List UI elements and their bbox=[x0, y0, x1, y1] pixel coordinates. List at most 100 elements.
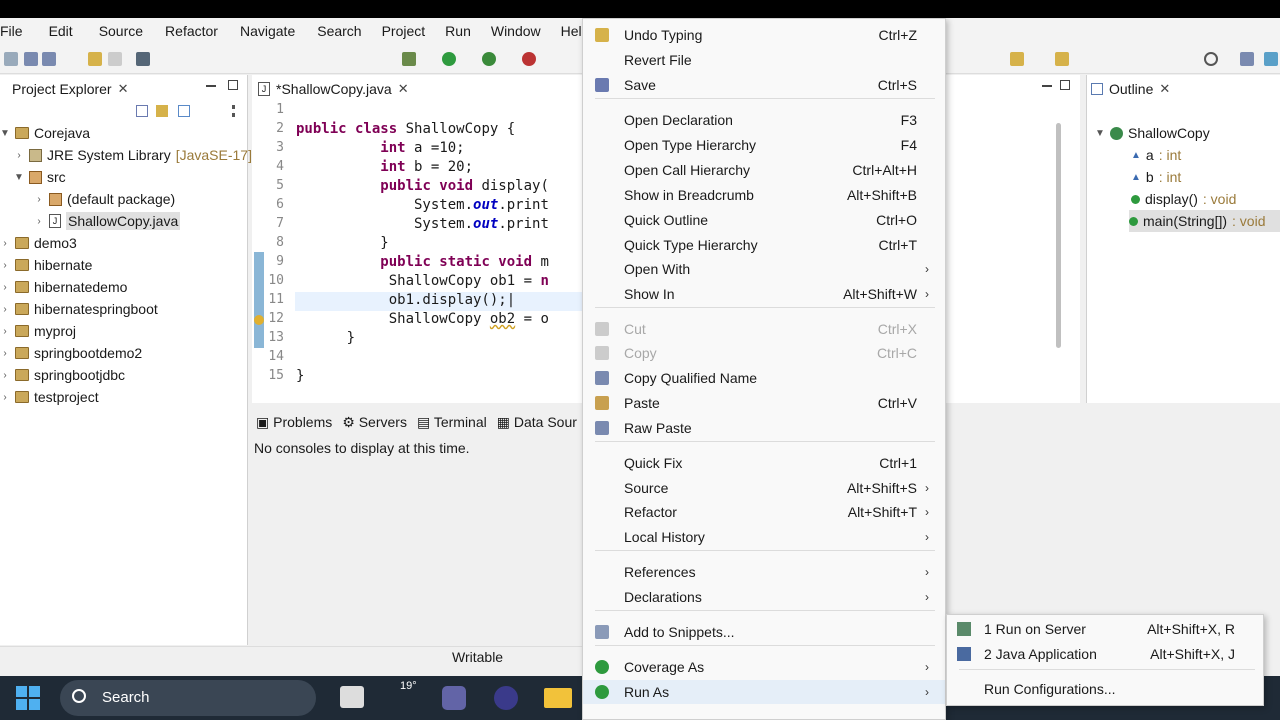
menu-window[interactable]: Window bbox=[479, 23, 549, 39]
menu-item-quick-type-hierarchy[interactable]: Quick Type Hierarchy Ctrl+T bbox=[583, 233, 945, 257]
menu-item-references[interactable]: References › bbox=[583, 560, 945, 584]
chevron-right-icon[interactable]: › bbox=[0, 348, 10, 359]
perspective-icon[interactable] bbox=[1240, 52, 1254, 66]
warning-marker-icon[interactable] bbox=[254, 315, 264, 325]
menu-item-local-history[interactable]: Local History › bbox=[583, 525, 945, 549]
menu-item-save[interactable]: Save Ctrl+S bbox=[583, 73, 945, 97]
outline-class[interactable]: ▼ ShallowCopy bbox=[1095, 122, 1210, 144]
scrollbar[interactable] bbox=[1056, 123, 1061, 348]
taskbar-search[interactable]: Search bbox=[60, 680, 316, 716]
java-perspective-icon[interactable] bbox=[1264, 52, 1278, 66]
menu-project[interactable]: Project bbox=[370, 23, 434, 39]
nav-back-icon[interactable] bbox=[1010, 52, 1024, 66]
outline-field[interactable]: ▲ b : int bbox=[1131, 166, 1181, 188]
chevron-right-icon[interactable]: › bbox=[34, 194, 44, 205]
debug-icon[interactable] bbox=[402, 52, 416, 66]
tab-servers[interactable]: ⚙ Servers bbox=[342, 414, 407, 431]
menu-item-cut[interactable]: Cut Ctrl+X bbox=[583, 317, 945, 341]
chevron-right-icon[interactable]: › bbox=[0, 260, 10, 271]
menu-item-open-with[interactable]: Open With › bbox=[583, 257, 945, 281]
menu-item-source[interactable]: Source Alt+Shift+S › bbox=[583, 476, 945, 500]
menu-item-declarations[interactable]: Declarations › bbox=[583, 585, 945, 609]
menu-item-copy-qualified-name[interactable]: Copy Qualified Name bbox=[583, 366, 945, 390]
close-icon[interactable]: ✕ bbox=[1159, 81, 1170, 97]
menu-item-open-type-hierarchy[interactable]: Open Type Hierarchy F4 bbox=[583, 133, 945, 157]
outline-field[interactable]: ▲ a : int bbox=[1131, 144, 1181, 166]
menu-item-paste[interactable]: Paste Ctrl+V bbox=[583, 391, 945, 415]
chevron-right-icon[interactable]: › bbox=[0, 370, 10, 381]
redo-icon[interactable] bbox=[108, 52, 122, 66]
run-icon[interactable] bbox=[442, 52, 456, 66]
submenu-item-run-configurations[interactable]: Run Configurations... bbox=[947, 677, 1263, 701]
tree-item-project[interactable]: › hibernatedemo bbox=[0, 276, 127, 298]
tree-item-src[interactable]: ▼ src bbox=[14, 166, 66, 188]
tab-data-source[interactable]: ▦ Data Sour bbox=[497, 414, 577, 431]
chevron-down-icon[interactable]: ▼ bbox=[1095, 128, 1105, 139]
outline-tab[interactable]: Outline ✕ bbox=[1091, 75, 1170, 103]
chevron-right-icon[interactable]: › bbox=[0, 238, 10, 249]
menu-refactor[interactable]: Refactor bbox=[151, 23, 226, 39]
teams-icon[interactable] bbox=[442, 686, 466, 710]
new-icon[interactable] bbox=[4, 52, 18, 66]
menu-search[interactable]: Search bbox=[303, 23, 369, 39]
close-icon[interactable]: ✕ bbox=[118, 81, 129, 97]
tab-problems[interactable]: ▣ Problems bbox=[256, 414, 332, 431]
submenu-item-java-application[interactable]: 2 Java Application Alt+Shift+X, J bbox=[947, 642, 1263, 666]
menu-file[interactable]: File bbox=[0, 23, 31, 39]
collapse-all-icon[interactable] bbox=[136, 105, 148, 117]
menu-item-copy[interactable]: Copy Ctrl+C bbox=[583, 341, 945, 365]
save-all-icon[interactable] bbox=[42, 52, 56, 66]
search-icon[interactable] bbox=[1204, 52, 1218, 66]
chevron-right-icon[interactable]: › bbox=[34, 216, 44, 227]
undo-icon[interactable] bbox=[88, 52, 102, 66]
chevron-right-icon[interactable]: › bbox=[14, 150, 24, 161]
folder-icon[interactable] bbox=[544, 688, 572, 708]
chevron-right-icon[interactable]: › bbox=[0, 304, 10, 315]
windows-start-icon[interactable] bbox=[16, 686, 40, 710]
tree-item-corejava[interactable]: ▼ Corejava bbox=[0, 122, 90, 144]
menu-edit[interactable]: Edit bbox=[31, 23, 81, 39]
menu-navigate[interactable]: Navigate bbox=[226, 23, 303, 39]
submenu-item-run-on-server[interactable]: 1 Run on Server Alt+Shift+X, R bbox=[947, 617, 1263, 641]
chevron-right-icon[interactable]: › bbox=[0, 282, 10, 293]
tree-item-project[interactable]: › springbootjdbc bbox=[0, 364, 125, 386]
maximize-icon[interactable] bbox=[1060, 80, 1070, 90]
menu-item-quick-fix[interactable]: Quick Fix Ctrl+1 bbox=[583, 451, 945, 475]
menu-item-run-as[interactable]: Run As › bbox=[583, 680, 945, 704]
editor-tab[interactable]: J *ShallowCopy.java ✕ bbox=[258, 75, 409, 103]
eclipse-icon[interactable] bbox=[494, 686, 518, 710]
tree-item-project[interactable]: › hibernate bbox=[0, 254, 92, 276]
tree-item-project[interactable]: › myproj bbox=[0, 320, 76, 342]
tree-item-project[interactable]: › hibernatespringboot bbox=[0, 298, 157, 320]
minimize-icon[interactable] bbox=[206, 85, 216, 87]
tree-item-project[interactable]: › demo3 bbox=[0, 232, 76, 254]
outline-method[interactable]: main(String[]) : void bbox=[1129, 210, 1280, 232]
filter-icon[interactable] bbox=[178, 105, 190, 117]
view-menu-icon[interactable] bbox=[232, 105, 236, 117]
tree-item-project[interactable]: › springbootdemo2 bbox=[0, 342, 142, 364]
tree-item-default-package[interactable]: › (default package) bbox=[34, 188, 175, 210]
close-icon[interactable]: ✕ bbox=[398, 81, 409, 97]
coverage-icon[interactable] bbox=[482, 52, 496, 66]
menu-item-open-call-hierarchy[interactable]: Open Call Hierarchy Ctrl+Alt+H bbox=[583, 158, 945, 182]
save-icon[interactable] bbox=[24, 52, 38, 66]
tree-item-project[interactable]: › testproject bbox=[0, 386, 98, 408]
menu-run[interactable]: Run bbox=[433, 23, 479, 39]
menu-source[interactable]: Source bbox=[81, 23, 151, 39]
chevron-down-icon[interactable]: ▼ bbox=[0, 128, 10, 139]
file-explorer-icon[interactable] bbox=[340, 686, 364, 708]
link-editor-icon[interactable] bbox=[156, 105, 168, 117]
menu-item-show-in[interactable]: Show In Alt+Shift+W › bbox=[583, 282, 945, 306]
external-tools-icon[interactable] bbox=[522, 52, 536, 66]
tab-terminal[interactable]: ▤ Terminal bbox=[417, 414, 487, 431]
nav-forward-icon[interactable] bbox=[1055, 52, 1069, 66]
project-explorer-tab[interactable]: Project Explorer ✕ bbox=[0, 75, 129, 103]
maximize-icon[interactable] bbox=[228, 80, 238, 90]
menu-item-quick-outline[interactable]: Quick Outline Ctrl+O bbox=[583, 208, 945, 232]
menu-item-add-to-snippets[interactable]: Add to Snippets... bbox=[583, 620, 945, 644]
minimize-icon[interactable] bbox=[1042, 85, 1052, 87]
menu-item-coverage-as[interactable]: Coverage As › bbox=[583, 655, 945, 679]
menu-item-revert-file[interactable]: Revert File bbox=[583, 48, 945, 72]
chevron-down-icon[interactable]: ▼ bbox=[14, 172, 24, 183]
menu-item-raw-paste[interactable]: Raw Paste bbox=[583, 416, 945, 440]
